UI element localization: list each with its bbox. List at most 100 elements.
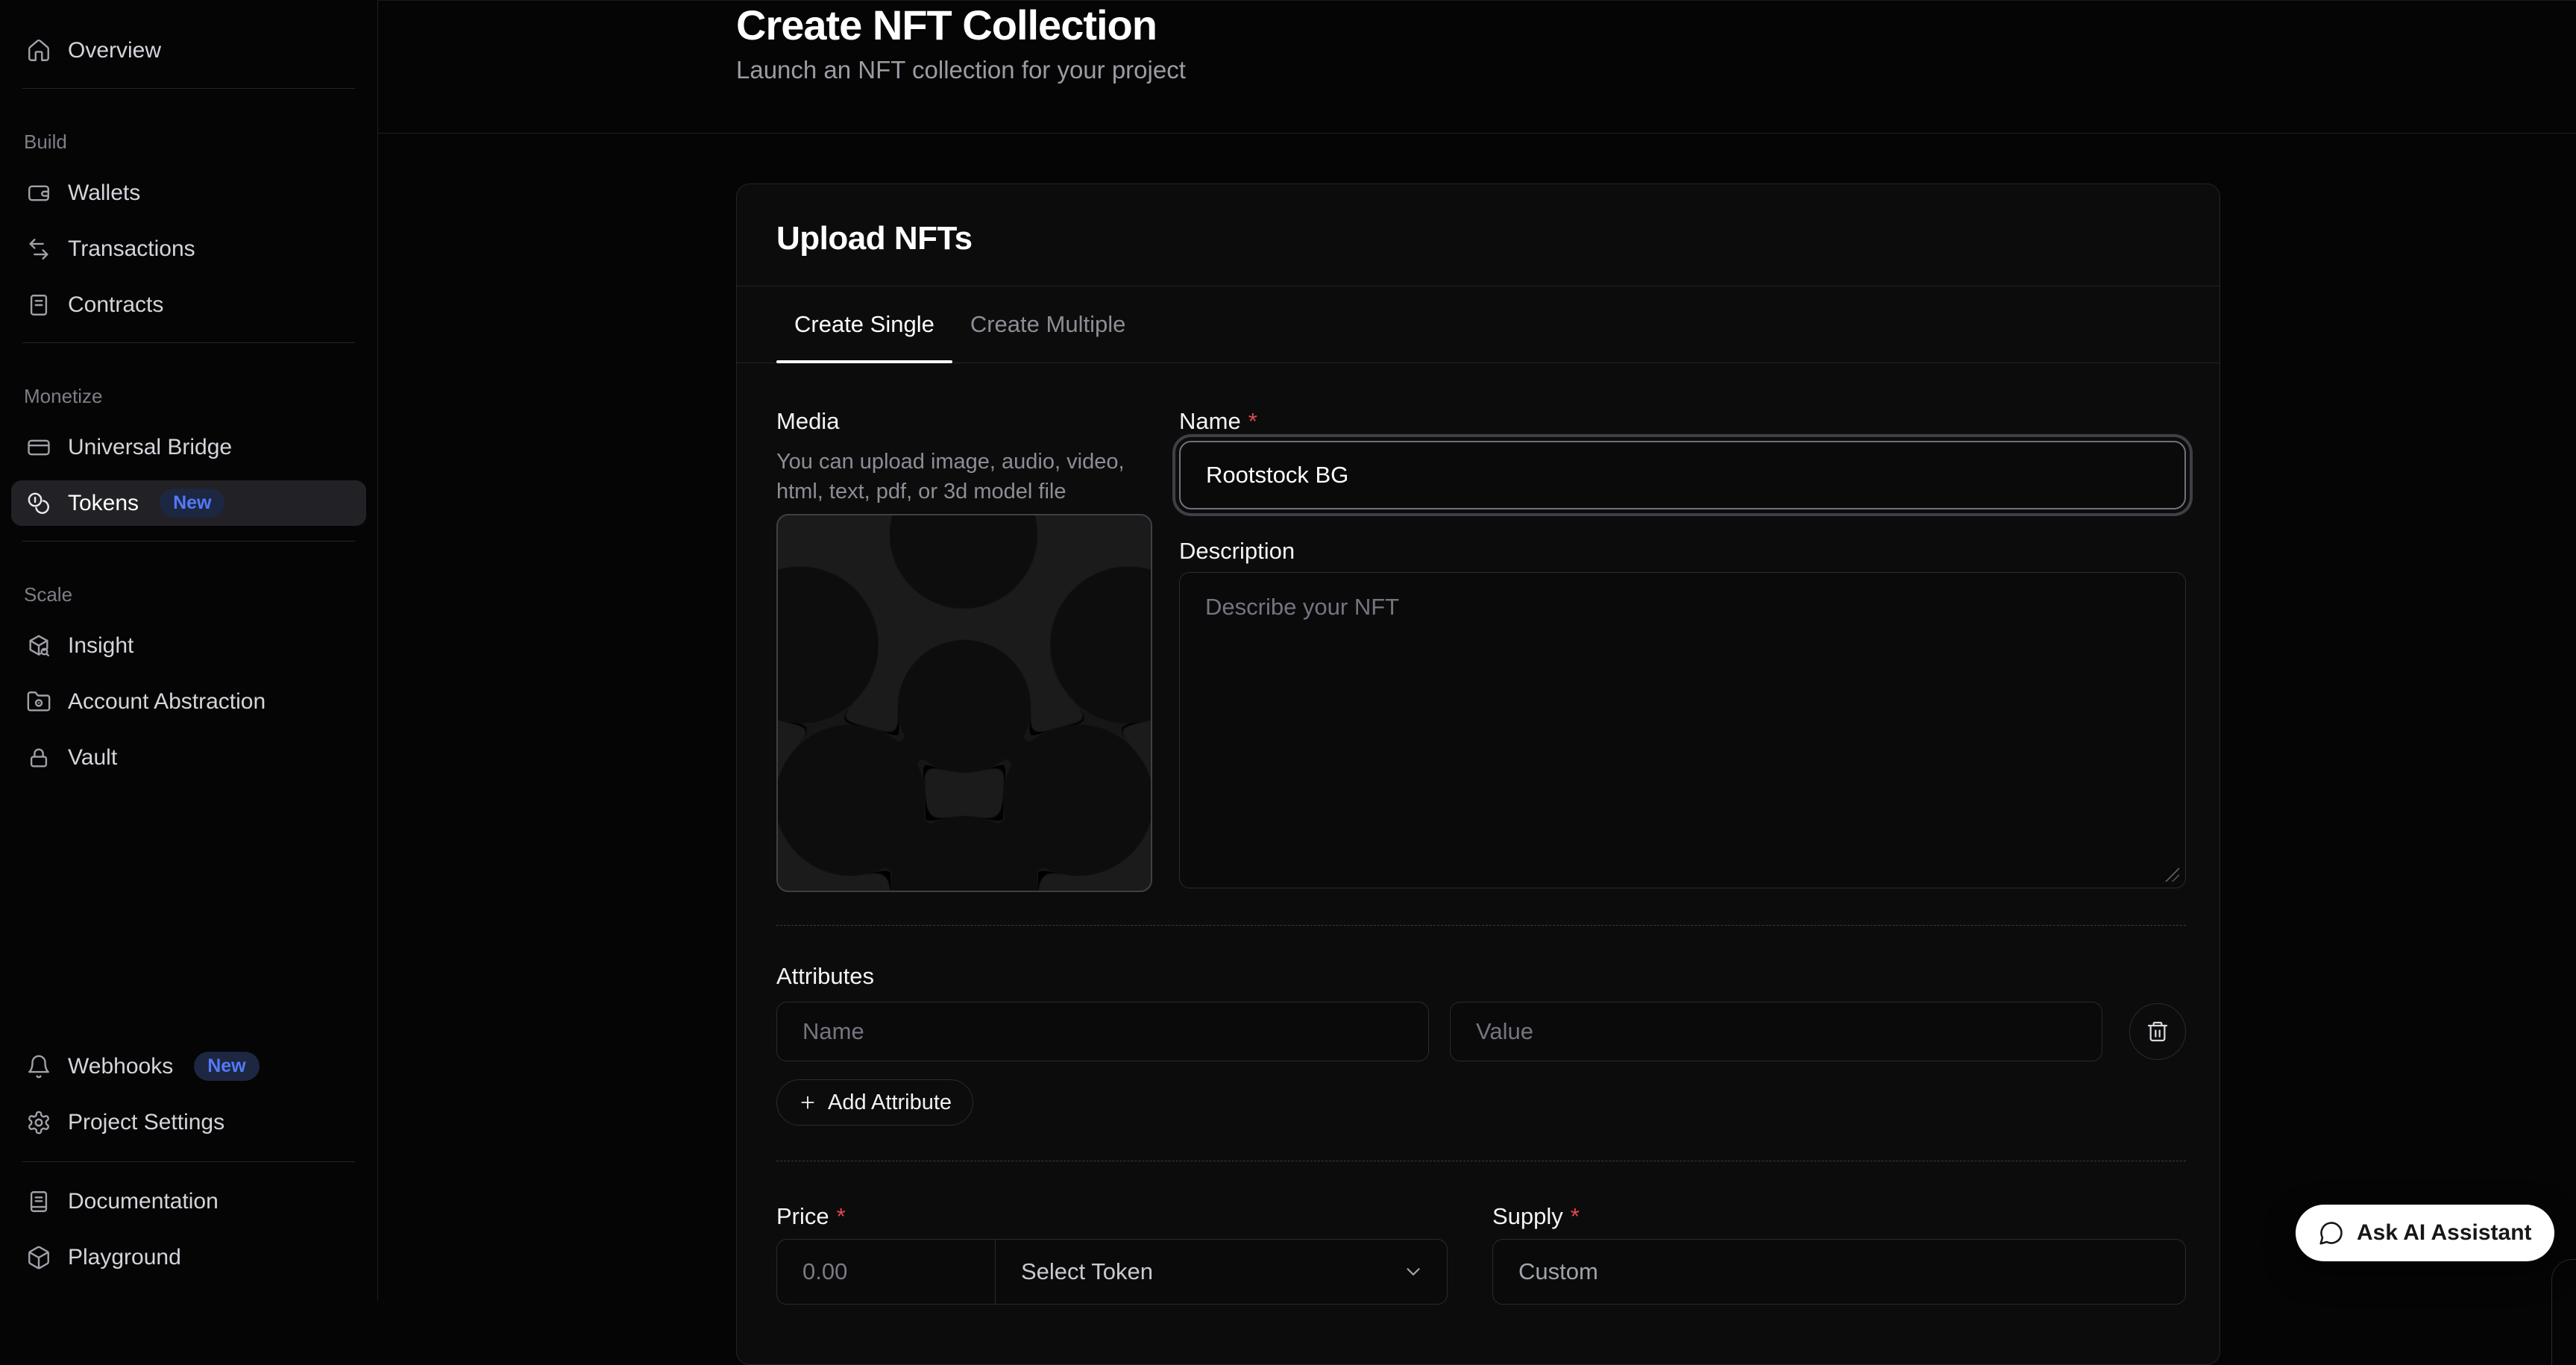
media-label: Media <box>776 408 1152 435</box>
coins-icon <box>26 491 51 516</box>
sidebar-item-transactions[interactable]: Transactions <box>11 226 366 272</box>
trash-icon <box>2146 1020 2170 1044</box>
section-label-scale: Scale <box>11 583 366 606</box>
media-description: You can upload image, audio, video, html… <box>776 447 1143 506</box>
price-column: Price* Select Token <box>776 1203 1448 1305</box>
sidebar-item-label: Account Abstraction <box>68 689 266 715</box>
new-badge: New <box>160 489 224 518</box>
price-label: Price* <box>776 1203 1448 1230</box>
chat-bubble-icon <box>2318 1220 2345 1246</box>
app-root: Overview Build Wallets Transactions Cont… <box>0 0 2576 1301</box>
sidebar-item-universal-bridge[interactable]: Universal Bridge <box>11 424 366 470</box>
page-header: Create NFT Collection Launch an NFT coll… <box>378 1 2576 134</box>
name-label: Name* <box>1179 408 2186 435</box>
sidebar-item-label: Wallets <box>68 181 140 206</box>
required-asterisk: * <box>1571 1203 1580 1229</box>
sidebar-item-label: Vault <box>68 745 117 771</box>
tab-create-single[interactable]: Create Single <box>776 286 952 363</box>
price-input-group: Select Token <box>776 1239 1448 1305</box>
price-amount-input[interactable] <box>777 1240 995 1304</box>
page-subtitle: Launch an NFT collection for your projec… <box>736 56 2576 84</box>
tabs: Create Single Create Multiple <box>737 286 2220 363</box>
sidebar-item-playground[interactable]: Playground <box>11 1234 366 1280</box>
page-title: Create NFT Collection <box>736 2 2576 48</box>
media-and-fields-row: Media You can upload image, audio, video… <box>776 363 2186 892</box>
sidebar-item-vault[interactable]: Vault <box>11 735 366 780</box>
plus-icon <box>798 1093 817 1112</box>
bell-icon <box>26 1054 51 1079</box>
book-icon <box>26 1189 51 1214</box>
attributes-label: Attributes <box>776 963 2186 990</box>
sidebar-item-label: Transactions <box>68 236 195 262</box>
media-column: Media You can upload image, audio, video… <box>776 408 1152 892</box>
supply-input[interactable] <box>1492 1239 2186 1305</box>
arrows-left-right-icon <box>26 236 51 262</box>
sidebar-item-label: Overview <box>68 38 161 63</box>
sidebar-nav: Overview Build Wallets Transactions Cont… <box>11 28 366 780</box>
sidebar-item-label: Documentation <box>68 1189 219 1214</box>
supply-label: Supply* <box>1492 1203 2186 1230</box>
section-label-monetize: Monetize <box>11 385 366 408</box>
attribute-name-input[interactable] <box>776 1002 1429 1061</box>
price-supply-row: Price* Select Token <box>776 1161 2186 1305</box>
sidebar-item-overview[interactable]: Overview <box>11 28 366 73</box>
lock-icon <box>26 745 51 771</box>
sidebar-item-wallets[interactable]: Wallets <box>11 170 366 216</box>
description-textarea[interactable] <box>1179 572 2186 888</box>
bridge-card-icon <box>26 435 51 460</box>
box-3d-icon <box>26 1245 51 1270</box>
supply-column: Supply* <box>1492 1203 2186 1305</box>
cube-search-icon <box>26 633 51 659</box>
sidebar-item-label: Insight <box>68 633 133 659</box>
card-header: Upload NFTs <box>737 184 2220 286</box>
name-input[interactable] <box>1179 441 2186 509</box>
new-badge: New <box>194 1052 259 1081</box>
sidebar-item-contracts[interactable]: Contracts <box>11 282 366 327</box>
sidebar-footer: Webhooks New Project Settings Documentat… <box>11 1044 366 1280</box>
sidebar-item-documentation[interactable]: Documentation <box>11 1179 366 1224</box>
divider <box>22 88 355 89</box>
folder-shield-icon <box>26 689 51 715</box>
sidebar: Overview Build Wallets Transactions Cont… <box>0 0 378 1301</box>
contract-icon <box>26 292 51 318</box>
sidebar-item-tokens[interactable]: Tokens New <box>11 480 366 526</box>
attributes-section: Attributes Add Attribute <box>776 926 2186 1126</box>
description-textarea-wrap <box>1179 572 2186 888</box>
tab-create-multiple[interactable]: Create Multiple <box>952 286 1143 363</box>
chevron-down-icon <box>1402 1261 1424 1283</box>
fields-column: Name* Description <box>1179 408 2186 892</box>
delete-attribute-button[interactable] <box>2129 1003 2186 1060</box>
main-area: Create NFT Collection Launch an NFT coll… <box>378 0 2576 1301</box>
upload-nfts-card: Upload NFTs Create Single Create Multipl… <box>736 183 2220 1365</box>
ask-ai-assistant-button[interactable]: Ask AI Assistant <box>2296 1205 2554 1261</box>
sidebar-item-label: Tokens <box>68 491 139 516</box>
sidebar-item-label: Universal Bridge <box>68 435 232 460</box>
attribute-row <box>776 1002 2186 1061</box>
attribute-value-input[interactable] <box>1450 1002 2102 1061</box>
add-attribute-button[interactable]: Add Attribute <box>776 1079 973 1126</box>
sidebar-item-label: Contracts <box>68 292 163 318</box>
wallet-icon <box>26 181 51 206</box>
token-select-dropdown[interactable]: Select Token <box>996 1240 1447 1304</box>
description-label: Description <box>1179 538 2186 565</box>
sidebar-item-account-abstraction[interactable]: Account Abstraction <box>11 679 366 724</box>
content: Upload NFTs Create Single Create Multipl… <box>378 134 2576 1365</box>
divider <box>22 541 355 542</box>
sidebar-item-label: Webhooks <box>68 1054 173 1079</box>
required-asterisk: * <box>1248 408 1257 434</box>
sidebar-item-label: Playground <box>68 1245 181 1270</box>
media-upload-preview[interactable] <box>776 514 1152 892</box>
sidebar-item-webhooks[interactable]: Webhooks New <box>11 1044 366 1089</box>
section-label-build: Build <box>11 131 366 154</box>
card-title: Upload NFTs <box>776 222 2180 256</box>
divider <box>22 342 355 343</box>
sidebar-item-label: Project Settings <box>68 1110 224 1135</box>
nft-preview-blob-art <box>778 515 1151 891</box>
required-asterisk: * <box>837 1203 846 1229</box>
home-icon <box>26 38 51 63</box>
divider <box>22 1161 355 1162</box>
gear-icon <box>26 1110 51 1135</box>
card-body: Media You can upload image, audio, video… <box>737 363 2220 1364</box>
sidebar-item-insight[interactable]: Insight <box>11 623 366 668</box>
sidebar-item-project-settings[interactable]: Project Settings <box>11 1099 366 1145</box>
